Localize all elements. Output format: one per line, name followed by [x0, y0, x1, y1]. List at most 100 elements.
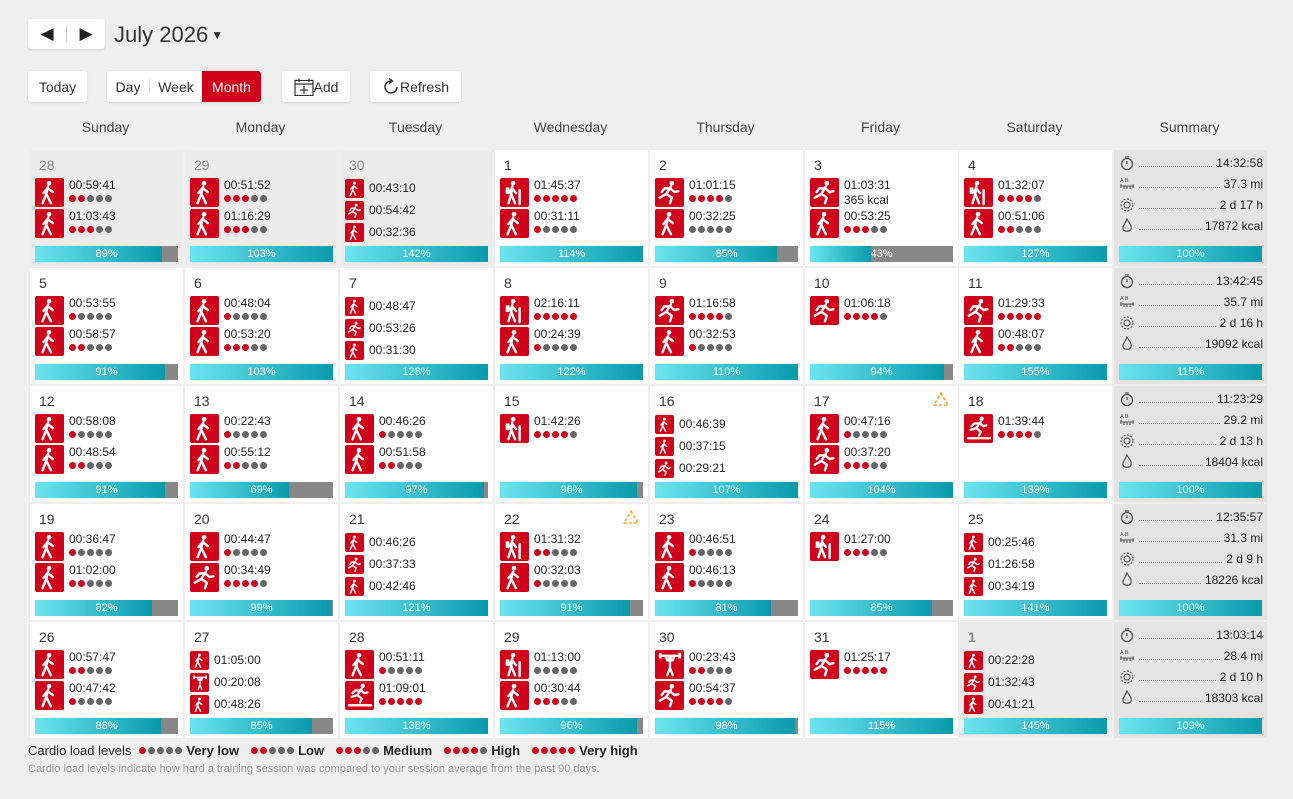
training-session[interactable]: 00:48:47: [345, 297, 416, 316]
training-session[interactable]: 00:58:57: [35, 327, 116, 356]
day-cell[interactable]: 25 00:25:46 01:26:58 00:34:19 141%: [959, 504, 1112, 620]
training-session[interactable]: 00:22:43: [190, 414, 271, 443]
view-week-button[interactable]: Week: [150, 71, 202, 102]
day-cell[interactable]: 10 01:06:18 94%: [805, 268, 958, 384]
training-session[interactable]: 00:57:47: [35, 650, 116, 679]
training-session[interactable]: 01:27:00: [810, 532, 891, 561]
training-session[interactable]: 00:37:33: [345, 555, 416, 574]
refresh-button[interactable]: Refresh: [370, 71, 461, 102]
training-session[interactable]: 00:51:58: [345, 445, 426, 474]
training-session[interactable]: 00:32:03: [500, 563, 581, 592]
day-cell[interactable]: 15 01:42:26 96%: [495, 386, 648, 502]
day-cell[interactable]: 30 00:43:10 00:54:42 00:32:36 142%: [340, 150, 493, 266]
month-selector[interactable]: July 2026 ▼: [114, 22, 223, 48]
training-session[interactable]: 02:16:11: [500, 296, 580, 325]
training-session[interactable]: 00:25:46: [964, 533, 1035, 552]
training-session[interactable]: 01:42:26: [500, 414, 581, 443]
training-session[interactable]: 00:41:21: [964, 695, 1035, 714]
training-session[interactable]: 00:48:07: [964, 327, 1045, 356]
day-cell[interactable]: 3 01:03:31 365 kcal 00:53:25 43%: [805, 150, 958, 266]
training-session[interactable]: 00:32:36: [345, 223, 416, 242]
training-session[interactable]: 00:32:25: [655, 209, 736, 238]
training-session[interactable]: 00:31:30: [345, 341, 416, 360]
training-session[interactable]: 01:03:43: [35, 209, 116, 238]
training-session[interactable]: 01:39:44: [964, 414, 1045, 443]
day-cell[interactable]: 5 00:53:55 00:58:57 91%: [30, 268, 183, 384]
training-session[interactable]: 00:48:04: [190, 296, 271, 325]
day-cell[interactable]: 31 01:25:17 115%: [805, 622, 958, 738]
training-session[interactable]: 00:36:47: [35, 532, 116, 561]
day-cell[interactable]: 21 00:46:26 00:37:33 00:42:46 121%: [340, 504, 493, 620]
training-session[interactable]: 01:45:37: [500, 178, 581, 207]
training-session[interactable]: 00:48:54: [35, 445, 116, 474]
training-session[interactable]: 01:01:15: [655, 178, 736, 207]
day-cell[interactable]: 28 00:59:41 01:03:43 89%: [30, 150, 183, 266]
training-session[interactable]: 00:46:26: [345, 533, 416, 552]
training-session[interactable]: 00:48:26: [190, 695, 261, 714]
day-cell[interactable]: 11 01:29:33 00:48:07 155%: [959, 268, 1112, 384]
training-session[interactable]: 00:53:55: [35, 296, 116, 325]
day-cell[interactable]: 13 00:22:43 00:55:12 69%: [185, 386, 338, 502]
training-session[interactable]: 00:46:39: [655, 415, 726, 434]
training-session[interactable]: 00:31:11: [500, 209, 580, 238]
training-session[interactable]: 00:51:52: [190, 178, 271, 207]
day-cell[interactable]: 23 00:46:51 00:46:13 81%: [650, 504, 803, 620]
training-session[interactable]: 00:42:46: [345, 577, 416, 596]
day-cell[interactable]: 1 01:45:37 00:31:11 114%: [495, 150, 648, 266]
today-button[interactable]: Today: [28, 71, 87, 102]
training-session[interactable]: 01:29:33: [964, 296, 1045, 325]
training-session[interactable]: 00:46:26: [345, 414, 426, 443]
training-session[interactable]: 01:06:18: [810, 296, 891, 325]
training-session[interactable]: 00:54:37: [655, 681, 736, 710]
training-session[interactable]: 00:20:08: [190, 673, 261, 692]
training-session[interactable]: 01:32:43: [964, 673, 1035, 692]
training-session[interactable]: 00:47:16: [810, 414, 891, 443]
training-session[interactable]: 00:30:44: [500, 681, 581, 710]
training-session[interactable]: 00:29:21: [655, 459, 726, 478]
view-month-button[interactable]: Month: [202, 71, 261, 102]
training-session[interactable]: 01:26:58: [964, 555, 1035, 574]
day-cell[interactable]: 29 00:51:52 01:16:29 103%: [185, 150, 338, 266]
training-session[interactable]: 00:24:39: [500, 327, 581, 356]
day-cell[interactable]: 19 00:36:47 01:02:00 82%: [30, 504, 183, 620]
day-cell[interactable]: 4 01:32:07 00:51:06 127%: [959, 150, 1112, 266]
day-cell[interactable]: 22 01:31:32 00:32:03 91%: [495, 504, 648, 620]
training-session[interactable]: 00:34:49: [190, 563, 271, 592]
day-cell[interactable]: 20 00:44:47 00:34:49 99%: [185, 504, 338, 620]
day-cell[interactable]: 8 02:16:11 00:24:39 122%: [495, 268, 648, 384]
training-session[interactable]: 01:02:00: [35, 563, 116, 592]
day-cell[interactable]: 1 00:22:28 01:32:43 00:41:21 145%: [959, 622, 1112, 738]
day-cell[interactable]: 7 00:48:47 00:53:26 00:31:30 128%: [340, 268, 493, 384]
training-session[interactable]: 00:37:15: [655, 437, 726, 456]
training-session[interactable]: 00:44:47: [190, 532, 271, 561]
training-session[interactable]: 01:05:00: [190, 651, 261, 670]
day-cell[interactable]: 14 00:46:26 00:51:58 97%: [340, 386, 493, 502]
training-session[interactable]: 00:46:13: [655, 563, 736, 592]
training-session[interactable]: 00:59:41: [35, 178, 116, 207]
training-session[interactable]: 00:32:53: [655, 327, 736, 356]
day-cell[interactable]: 26 00:57:47 00:47:42 88%: [30, 622, 183, 738]
training-session[interactable]: 00:53:25: [810, 209, 891, 238]
day-cell[interactable]: 28 00:51:11 01:09:01 138%: [340, 622, 493, 738]
day-cell[interactable]: 29 01:13:00 00:30:44 96%: [495, 622, 648, 738]
training-session[interactable]: 00:23:43: [655, 650, 736, 679]
training-session[interactable]: 00:51:06: [964, 209, 1045, 238]
training-session[interactable]: 00:51:11: [345, 650, 425, 679]
previous-month-button[interactable]: ◀: [28, 24, 66, 44]
day-cell[interactable]: 27 01:05:00 00:20:08 00:48:26 85%: [185, 622, 338, 738]
day-cell[interactable]: 9 01:16:58 00:32:53 110%: [650, 268, 803, 384]
training-session[interactable]: 00:34:19: [964, 577, 1035, 596]
training-session[interactable]: 01:16:29: [190, 209, 271, 238]
training-session[interactable]: 00:53:26: [345, 319, 416, 338]
training-session[interactable]: 00:43:10: [345, 179, 416, 198]
add-button[interactable]: Add: [282, 71, 350, 102]
training-session[interactable]: 00:46:51: [655, 532, 736, 561]
day-cell[interactable]: 17 00:47:16 00:37:20 104%: [805, 386, 958, 502]
training-session[interactable]: 01:13:00: [500, 650, 581, 679]
training-session[interactable]: 00:58:08: [35, 414, 116, 443]
training-session[interactable]: 00:53:20: [190, 327, 271, 356]
day-cell[interactable]: 30 00:23:43 00:54:37 98%: [650, 622, 803, 738]
day-cell[interactable]: 16 00:46:39 00:37:15 00:29:21 107%: [650, 386, 803, 502]
day-cell[interactable]: 12 00:58:08 00:48:54 91%: [30, 386, 183, 502]
day-cell[interactable]: 6 00:48:04 00:53:20 103%: [185, 268, 338, 384]
